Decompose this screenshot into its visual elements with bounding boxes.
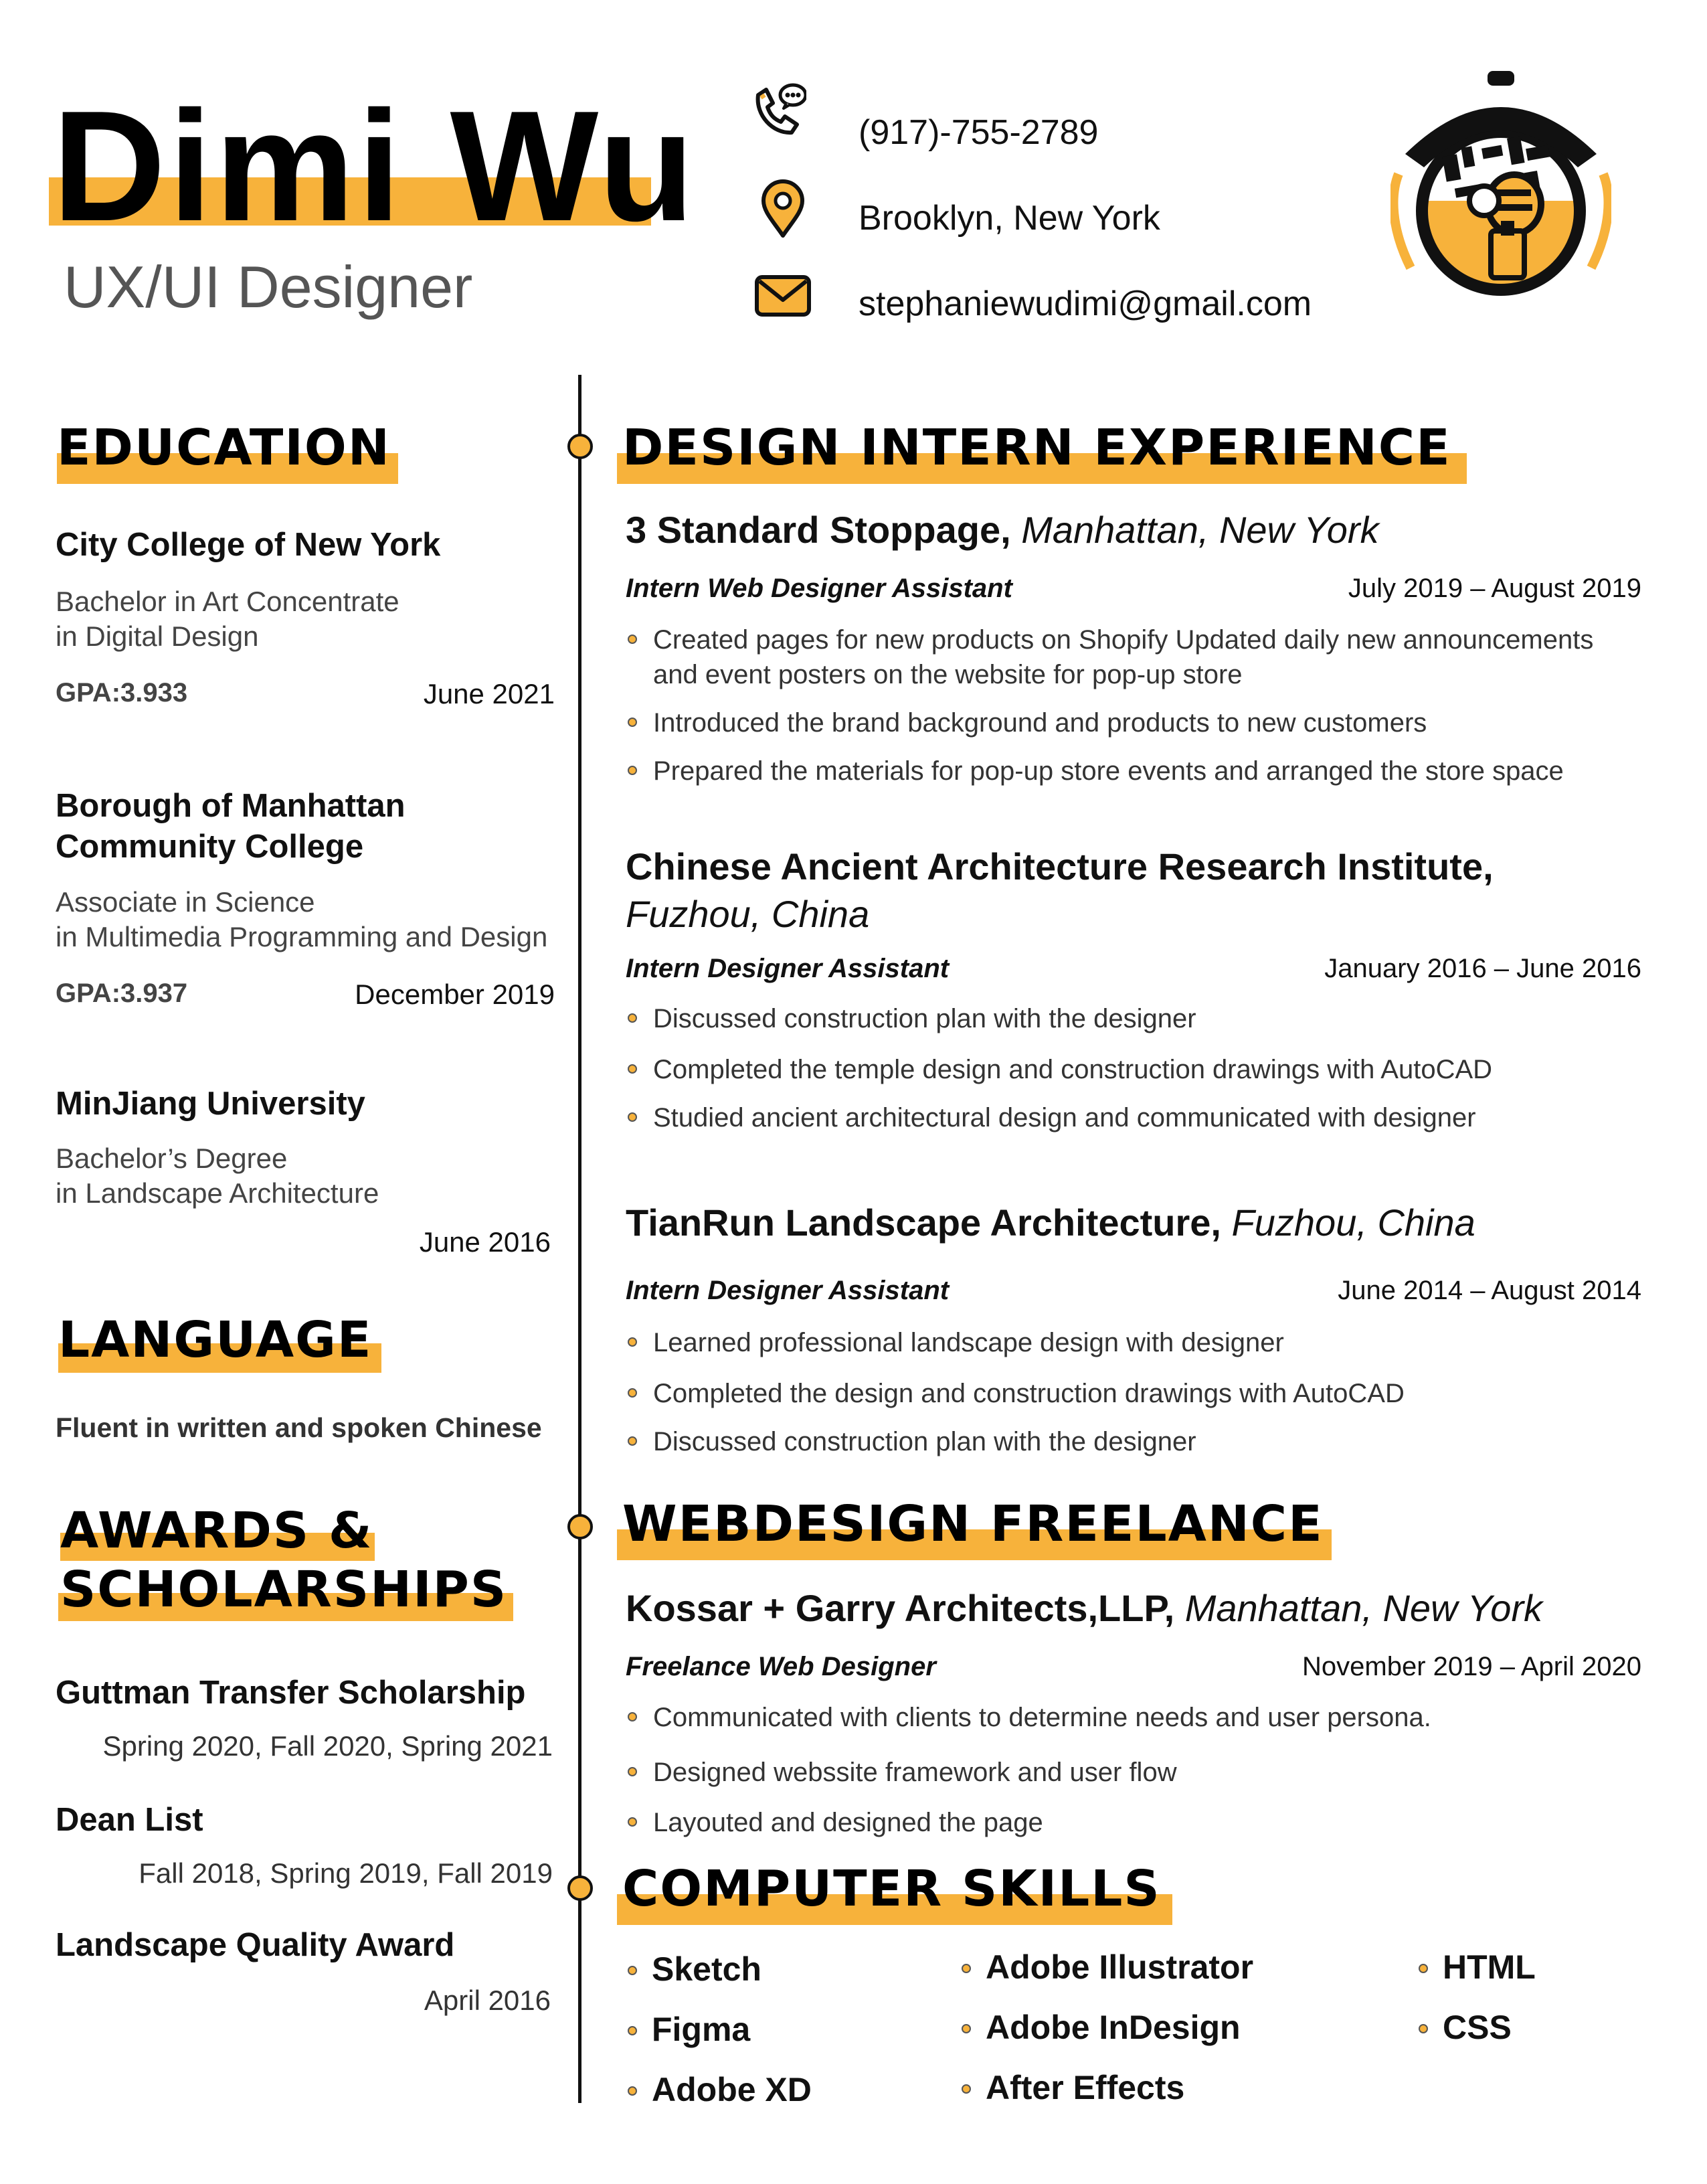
timeline-dot bbox=[567, 1875, 593, 1901]
contact-email[interactable]: stephaniewudimi@gmail.com bbox=[859, 286, 1312, 321]
degree-line: Associate in Science bbox=[56, 886, 315, 918]
timeline-dot bbox=[567, 434, 593, 459]
degree-line: in Digital Design bbox=[56, 620, 259, 652]
award-title: Guttman Transfer Scholarship bbox=[56, 1675, 526, 1711]
skill-item: Adobe Illustrator bbox=[962, 1950, 1253, 1984]
applicant-name: Dimi Wu bbox=[52, 78, 697, 254]
experience-heading: DESIGN INTERN EXPERIENCE bbox=[617, 423, 1467, 484]
skill-item: Adobe InDesign bbox=[962, 2011, 1241, 2044]
freelance-heading: WEBDESIGN FREELANCE bbox=[617, 1499, 1332, 1560]
graduation-date: June 2016 bbox=[419, 1226, 551, 1258]
job-bullet: Introduced the brand background and prod… bbox=[628, 705, 1427, 740]
job-organization: Chinese Ancient Architecture Research In… bbox=[626, 845, 1494, 935]
bee-logo bbox=[1390, 71, 1611, 296]
graduation-date: June 2021 bbox=[423, 678, 555, 709]
skill-item: CSS bbox=[1419, 2011, 1512, 2044]
job-bullet: Discussed construction plan with the des… bbox=[628, 1001, 1196, 1036]
job-bullet: Completed the design and construction dr… bbox=[628, 1376, 1405, 1411]
degree-line: in Landscape Architecture bbox=[56, 1177, 379, 1209]
award-title: Landscape Quality Award bbox=[56, 1927, 455, 1963]
job-bullet: Studied ancient architectural design and… bbox=[628, 1100, 1476, 1135]
job-organization: Kossar + Garry Architects,LLP, Manhattan… bbox=[626, 1587, 1543, 1629]
phone-icon bbox=[755, 83, 806, 135]
award-dates: Fall 2018, Spring 2019, Fall 2019 bbox=[139, 1857, 553, 1889]
timeline-line bbox=[578, 375, 581, 2103]
job-date: November 2019 – April 2020 bbox=[1302, 1652, 1641, 1681]
gpa: GPA:3.933 bbox=[56, 678, 188, 707]
school-name: City College of New York bbox=[56, 527, 441, 563]
job-bullet: Prepared the materials for pop-up store … bbox=[628, 754, 1564, 788]
job-bullet: Created pages for new products on Shopif… bbox=[628, 622, 1593, 657]
skill-item: After Effects bbox=[962, 2071, 1184, 2104]
job-organization: 3 Standard Stoppage, Manhattan, New York bbox=[626, 509, 1379, 551]
degree-line: in Multimedia Programming and Design bbox=[56, 921, 548, 952]
job-bullet: Discussed construction plan with the des… bbox=[628, 1424, 1196, 1459]
award-dates: Spring 2020, Fall 2020, Spring 2021 bbox=[102, 1730, 553, 1762]
job-bullet: Layouted and designed the page bbox=[628, 1805, 1043, 1840]
award-title: Dean List bbox=[56, 1802, 203, 1838]
degree-line: Bachelor’s Degree bbox=[56, 1143, 288, 1174]
skill-item: Adobe XD bbox=[628, 2073, 812, 2106]
skill-item: HTML bbox=[1419, 1950, 1536, 1984]
skill-item: Sketch bbox=[628, 1952, 761, 1986]
language-text: Fluent in written and spoken Chinese bbox=[56, 1412, 542, 1443]
job-bullet: Designed webssite framework and user flo… bbox=[628, 1755, 1177, 1790]
job-date: June 2014 – August 2014 bbox=[1338, 1276, 1641, 1305]
contact-phone[interactable]: (917)-755-2789 bbox=[859, 115, 1098, 150]
gpa: GPA:3.937 bbox=[56, 979, 188, 1008]
timeline-dot bbox=[567, 1514, 593, 1539]
awards-heading: AWARDS & SCHOLARSHIPS bbox=[58, 1506, 513, 1621]
applicant-role: UX/UI Designer bbox=[64, 254, 473, 320]
language-heading: LANGUAGE bbox=[58, 1315, 381, 1373]
degree-line: Bachelor in Art Concentrate bbox=[56, 586, 399, 617]
school-name: MinJiang University bbox=[56, 1086, 365, 1122]
skill-item: Figma bbox=[628, 2013, 750, 2046]
school-name: Borough of Manhattan bbox=[56, 788, 406, 824]
job-role: Intern Designer Assistant bbox=[626, 954, 950, 983]
job-role: Intern Designer Assistant bbox=[626, 1276, 950, 1305]
job-bullet-continuation: and event posters on the website for pop… bbox=[653, 660, 1243, 689]
job-bullet: Completed the temple design and construc… bbox=[628, 1052, 1492, 1087]
job-bullet: Learned professional landscape design wi… bbox=[628, 1325, 1284, 1360]
job-role: Intern Web Designer Assistant bbox=[626, 574, 1012, 603]
job-organization: TianRun Landscape Architecture, Fuzhou, … bbox=[626, 1201, 1475, 1244]
award-dates: April 2016 bbox=[424, 1985, 551, 2016]
job-role: Freelance Web Designer bbox=[626, 1652, 936, 1681]
job-date: January 2016 – June 2016 bbox=[1324, 954, 1641, 983]
mail-icon bbox=[755, 275, 811, 317]
education-heading: EDUCATION bbox=[57, 423, 398, 484]
job-bullet: Communicated with clients to determine n… bbox=[628, 1700, 1431, 1735]
skills-heading: COMPUTER SKILLS bbox=[617, 1864, 1172, 1925]
graduation-date: December 2019 bbox=[355, 979, 555, 1010]
school-name: Community College bbox=[56, 829, 364, 865]
contact-location: Brooklyn, New York bbox=[859, 199, 1160, 238]
location-pin-icon bbox=[761, 179, 804, 238]
job-date: July 2019 – August 2019 bbox=[1348, 574, 1641, 603]
